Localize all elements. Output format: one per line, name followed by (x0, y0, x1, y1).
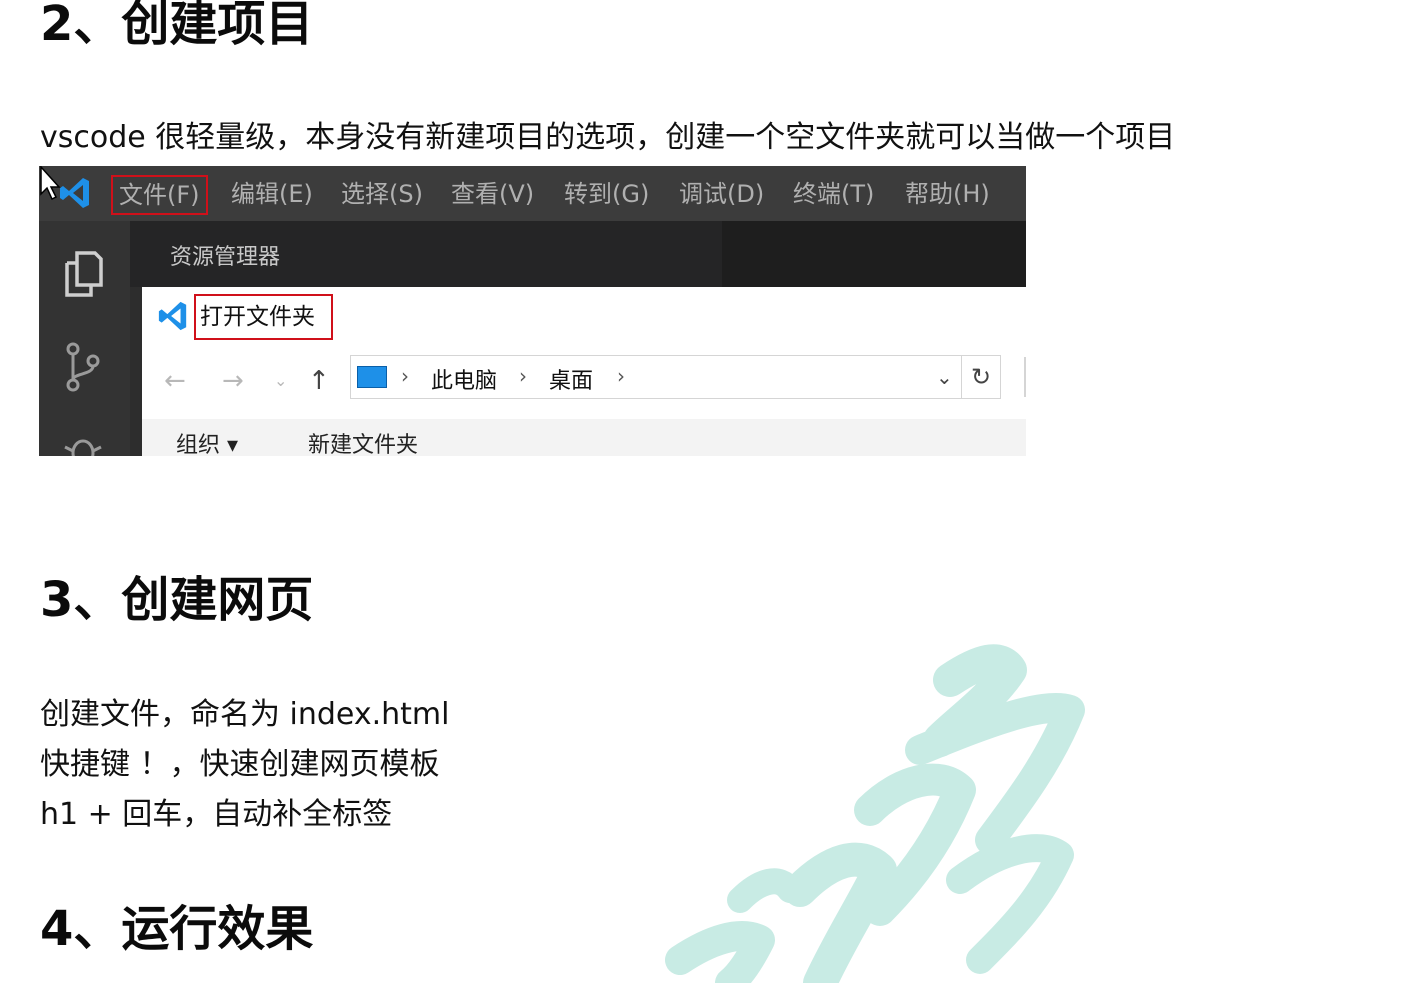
menu-help[interactable]: 帮助(H) (901, 176, 994, 212)
vscode-logo-icon (60, 178, 89, 208)
up-arrow-icon[interactable]: ↑ (308, 366, 330, 396)
explorer-header: 资源管理器 (130, 221, 722, 287)
computer-icon (357, 366, 387, 388)
menu-go[interactable]: 转到(G) (560, 176, 653, 212)
activity-bar (39, 221, 130, 456)
section3-line-1: 创建文件，命名为 index.html (40, 697, 450, 732)
vscode-screenshot: 文件(F) 编辑(E) 选择(S) 查看(V) 转到(G) 调试(D) 终端(T… (39, 166, 1026, 456)
breadcrumb-separator-icon: › (401, 364, 409, 388)
menu-file[interactable]: 文件(F) (111, 175, 208, 215)
address-bar[interactable]: › 此电脑 › 桌面 › ⌄ (350, 355, 962, 399)
debug-icon[interactable] (59, 421, 107, 456)
section2-intro: vscode 很轻量级，本身没有新建项目的选项，创建一个空文件夹就可以当做一个项… (40, 120, 1176, 155)
breadcrumb-separator-icon: › (617, 364, 625, 388)
breadcrumb-separator-icon: › (519, 364, 527, 388)
explorer-title: 资源管理器 (170, 245, 281, 270)
breadcrumb-this-pc[interactable]: 此电脑 (431, 363, 497, 395)
menu-debug[interactable]: 调试(D) (675, 176, 768, 212)
refresh-icon[interactable]: ↻ (962, 355, 1001, 399)
menu-selection[interactable]: 选择(S) (337, 176, 427, 212)
back-arrow-icon[interactable]: ← (164, 366, 186, 396)
menu-view[interactable]: 查看(V) (447, 176, 538, 212)
section3-heading: 3、创建网页 (40, 572, 314, 628)
editor-area (722, 221, 1026, 287)
search-box-edge (1024, 357, 1026, 397)
forward-arrow-icon[interactable]: → (222, 366, 244, 396)
recent-dropdown-icon[interactable]: ⌄ (274, 366, 287, 396)
section4-heading: 4、运行效果 (40, 901, 314, 957)
watermark-logo (665, 644, 1085, 983)
menu-terminal[interactable]: 终端(T) (789, 176, 878, 212)
breadcrumb-desktop[interactable]: 桌面 (549, 363, 593, 395)
source-control-icon[interactable] (59, 339, 107, 395)
dialog-title: 打开文件夹 (194, 294, 333, 340)
organize-button[interactable]: 组织 ▾ (176, 427, 238, 456)
dropdown-icon[interactable]: ⌄ (936, 365, 953, 389)
menu-edit[interactable]: 编辑(E) (227, 176, 317, 212)
vscode-logo-icon (158, 301, 187, 331)
explorer-icon[interactable] (59, 245, 107, 301)
section3-line-2: 快捷键 ！，快速创建网页模板 (40, 747, 440, 782)
section3-line-3: h1 + 回车，自动补全标签 (40, 797, 393, 832)
command-bar: 组织 ▾ 新建文件夹 (142, 419, 1026, 456)
menu-bar: 文件(F) 编辑(E) 选择(S) 查看(V) 转到(G) 调试(D) 终端(T… (39, 166, 1026, 221)
section2-heading: 2、创建项目 (40, 0, 314, 52)
new-folder-button[interactable]: 新建文件夹 (308, 427, 418, 456)
open-folder-dialog: 打开文件夹 ← → ⌄ ↑ › 此电脑 › 桌面 › ⌄ ↻ 组织 ▾ 新建文件… (142, 287, 1026, 456)
cursor-icon (40, 166, 61, 201)
